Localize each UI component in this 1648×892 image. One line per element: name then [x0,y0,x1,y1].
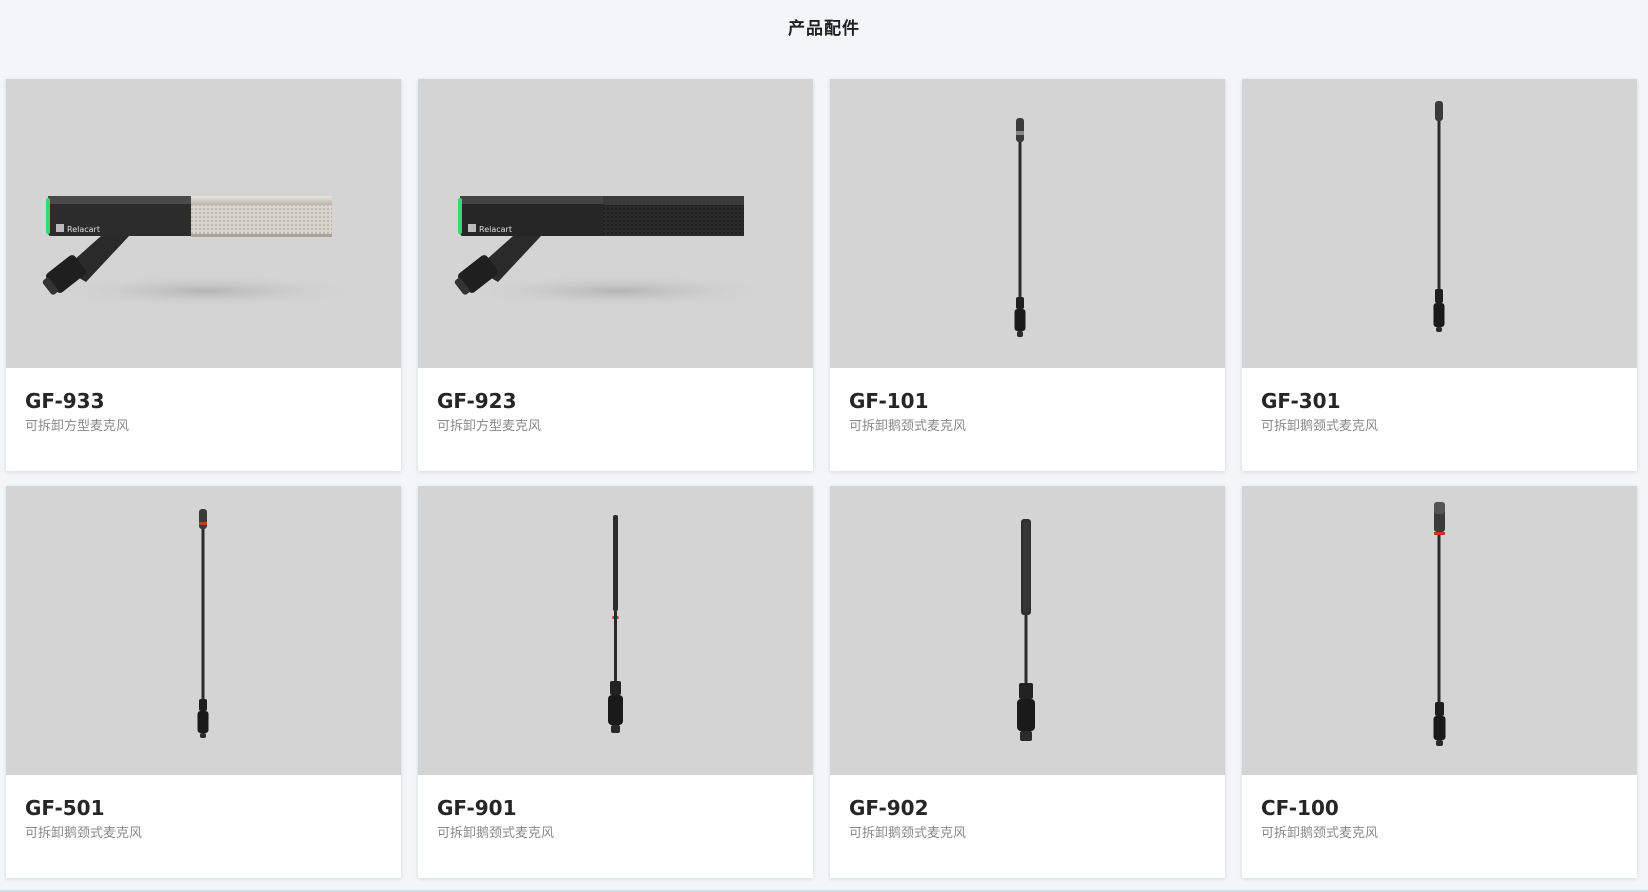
product-model: GF-301 [1261,389,1341,413]
product-grid: Relacart GF-933 可拆卸方型麦克风 Relacart GF-923… [6,79,1637,878]
product-image [1242,486,1637,775]
product-description: 可拆卸鹅颈式麦克风 [25,826,143,841]
product-card[interactable]: GF-101 可拆卸鹅颈式麦克风 [830,79,1225,471]
gooseneck-microphone-icon [608,515,623,733]
gooseneck-microphone-icon [197,509,209,738]
product-model: GF-923 [437,389,517,413]
product-image: Relacart [6,79,401,368]
product-description: 可拆卸鹅颈式麦克风 [437,826,555,841]
svg-text:Relacart: Relacart [67,225,100,234]
product-model: GF-501 [25,796,105,820]
product-model: CF-100 [1261,796,1339,820]
product-description: 可拆卸鹅颈式麦克风 [849,826,967,841]
product-description: 可拆卸鹅颈式麦克风 [849,419,967,434]
product-description: 可拆卸鹅颈式麦克风 [1261,419,1379,434]
product-description: 可拆卸方型麦克风 [437,419,542,434]
product-card[interactable]: Relacart GF-923 可拆卸方型麦克风 [418,79,813,471]
product-card[interactable]: GF-902 可拆卸鹅颈式麦克风 [830,486,1225,878]
product-image: Relacart [418,79,813,368]
product-card[interactable]: Relacart GF-933 可拆卸方型麦克风 [6,79,401,471]
product-description: 可拆卸鹅颈式麦克风 [1261,826,1379,841]
product-description: 可拆卸方型麦克风 [25,419,130,434]
product-model: GF-101 [849,389,929,413]
page-title: 产品配件 [788,19,860,39]
product-card[interactable]: GF-501 可拆卸鹅颈式麦克风 [6,486,401,878]
box-microphone-icon: Relacart [42,196,366,308]
product-model: GF-933 [25,389,105,413]
product-image [1242,79,1637,368]
product-model: GF-901 [437,796,517,820]
product-image [830,486,1225,775]
gooseneck-microphone-icon [1014,118,1026,337]
box-microphone-icon: Relacart [454,196,778,308]
gooseneck-microphone-icon [1017,519,1035,741]
product-card[interactable]: CF-100 可拆卸鹅颈式麦克风 [1242,486,1637,878]
gooseneck-microphone-icon [1433,502,1446,746]
svg-text:Relacart: Relacart [479,225,512,234]
product-card[interactable]: GF-301 可拆卸鹅颈式麦克风 [1242,79,1637,471]
product-image [418,486,813,775]
product-image [830,79,1225,368]
product-model: GF-902 [849,796,929,820]
gooseneck-microphone-icon [1433,101,1445,332]
product-image [6,486,401,775]
product-card[interactable]: GF-901 可拆卸鹅颈式麦克风 [418,486,813,878]
